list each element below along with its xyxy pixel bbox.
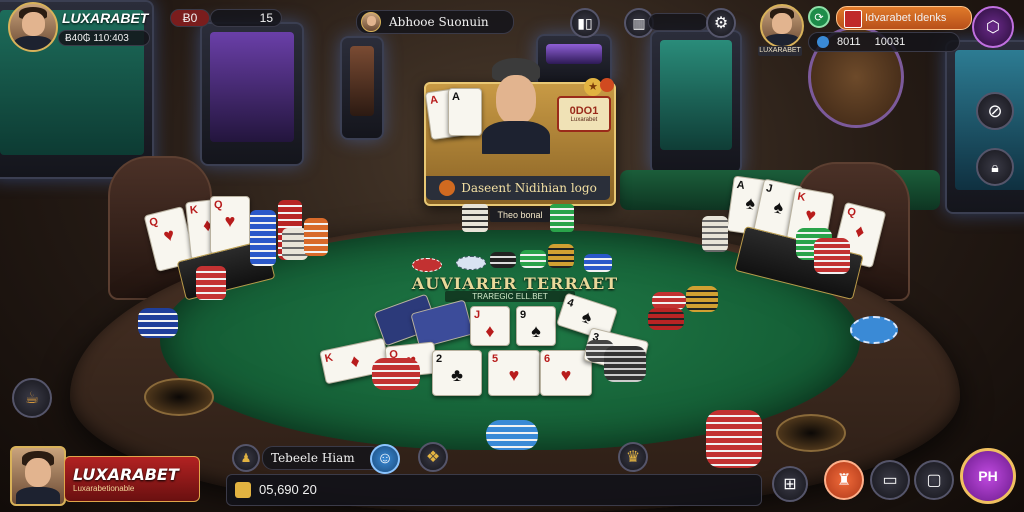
top-center-label: Abhooe Suonuin [389,15,489,29]
dealer-badge-text: 0DO1 [569,105,599,117]
dealer-caption: Daseent Nidihian logo [426,176,610,200]
pot-label: Theo bonal [490,208,550,222]
chip-stack [702,216,728,252]
bottom-left-sub: Luxarabetionable [73,484,135,493]
bottom-label-text: Tebeele Hiam [271,451,355,465]
dealer-caption-text: Daseent Nidihian logo [461,181,597,195]
primary-action-label: PH [978,468,998,484]
emote-icon[interactable]: ☺ [370,444,400,474]
dealer-emblem-icon [439,180,456,196]
primary-action-button[interactable]: PH [960,448,1016,504]
balance-a: 8011 [837,36,861,48]
chip-stack [490,252,516,268]
bet-button[interactable]: ▢ [914,460,954,500]
refresh-icon[interactable]: ⟳ [808,6,830,28]
call-button[interactable]: ♜ [824,460,864,500]
bottom-amount: 05,690 20 [259,482,317,497]
chip-stack [456,256,486,270]
chip-stack [550,204,574,232]
profile-icon[interactable]: ♟ [232,444,260,472]
shop-bag-icon [844,10,862,28]
chip-stack [584,254,612,272]
chip-single [850,316,898,344]
coin-icon [817,36,829,48]
bottom-left-brand: LUXARABET [73,465,179,484]
trophy-icon[interactable]: ♛ [618,442,648,472]
chip-stack [372,358,420,390]
bottom-label-pill: Tebeele Hiam [262,446,382,470]
player-balance-text: Ƀ40₲ 110:403 [65,32,129,44]
chip-stack [304,218,328,256]
balance-b: 10031 [874,36,906,48]
badge-text: Ƀ0 [182,11,198,25]
chip-stack [486,420,538,450]
dealer-badge-sub: Luxarabet [570,117,598,123]
check-button[interactable]: ▭ [870,460,910,500]
chip-stack [196,266,226,300]
opponent-avatar-icon [361,12,381,32]
top-center-pill[interactable]: Abhooe Suonuin [356,10,514,34]
player-avatar-top-right[interactable] [760,4,804,48]
chat-icon[interactable]: ☕︎ [12,378,52,418]
chip-stack [138,308,178,338]
chip-stack [250,210,276,266]
dealer-badge: 0DO1 Luxarabet [557,96,611,132]
background-slot-machine-far-right [650,30,742,174]
table-card: 2 ♣ [432,350,482,396]
table-card: J ♦ [470,306,510,346]
cup-holder-left [144,378,214,416]
player-brand-bottom-left: LUXARABET Luxarabetionable [64,456,200,502]
chip-stack [686,286,718,312]
extra-value: 15 [259,11,273,25]
player-tag-top-right: LUXARABET [758,46,802,56]
background-slot-machine-center [340,36,384,140]
chip-stack [648,308,684,330]
chip-stack [462,204,488,232]
table-card: 5 ♥ [488,350,540,396]
chip-stack [412,258,442,272]
menu-icon[interactable]: ⬡ [972,6,1014,48]
player-balance-top-left: Ƀ40₲ 110:403 [58,30,150,46]
player-name-text: Idvarabet Idenks [865,12,947,24]
chip-stack [520,250,546,268]
chip-stack [706,410,762,468]
chip-stack [814,238,850,274]
background-slot-machine-center-left [200,22,304,166]
table-card: 9 ♠ [516,306,556,346]
felt-subtitle: TRAREGIC ELL.BET [445,291,575,302]
chip-stack [548,244,574,268]
player-balance-top-right: 8011 10031 [808,32,960,52]
player-badge-top-left: Ƀ0 [170,9,210,27]
player-avatar-top-left[interactable] [8,2,58,52]
dealer-avatar [476,58,556,154]
bottom-info-bar: 05,690 20 [226,474,762,506]
lock-icon[interactable]: 🔒︎ [976,148,1014,186]
cashier-icon[interactable]: ▮▯ [570,8,600,38]
chip-stack [604,346,646,382]
cup-holder-right [776,414,846,452]
fold-button[interactable]: ⊞ [772,466,808,502]
gift-icon[interactable]: ❖ [418,442,448,472]
settings-gear-icon[interactable]: ⚙ [706,8,736,38]
player-extra-top-left: 15 [210,9,282,27]
player-avatar-bottom-left[interactable] [10,446,66,506]
top-center-right-bar [648,13,708,31]
link-icon[interactable]: ⊘ [976,92,1014,130]
crown-icon [600,78,614,92]
player-brand-top-left: LUXARABET [62,10,149,26]
chip-icon [235,482,251,498]
